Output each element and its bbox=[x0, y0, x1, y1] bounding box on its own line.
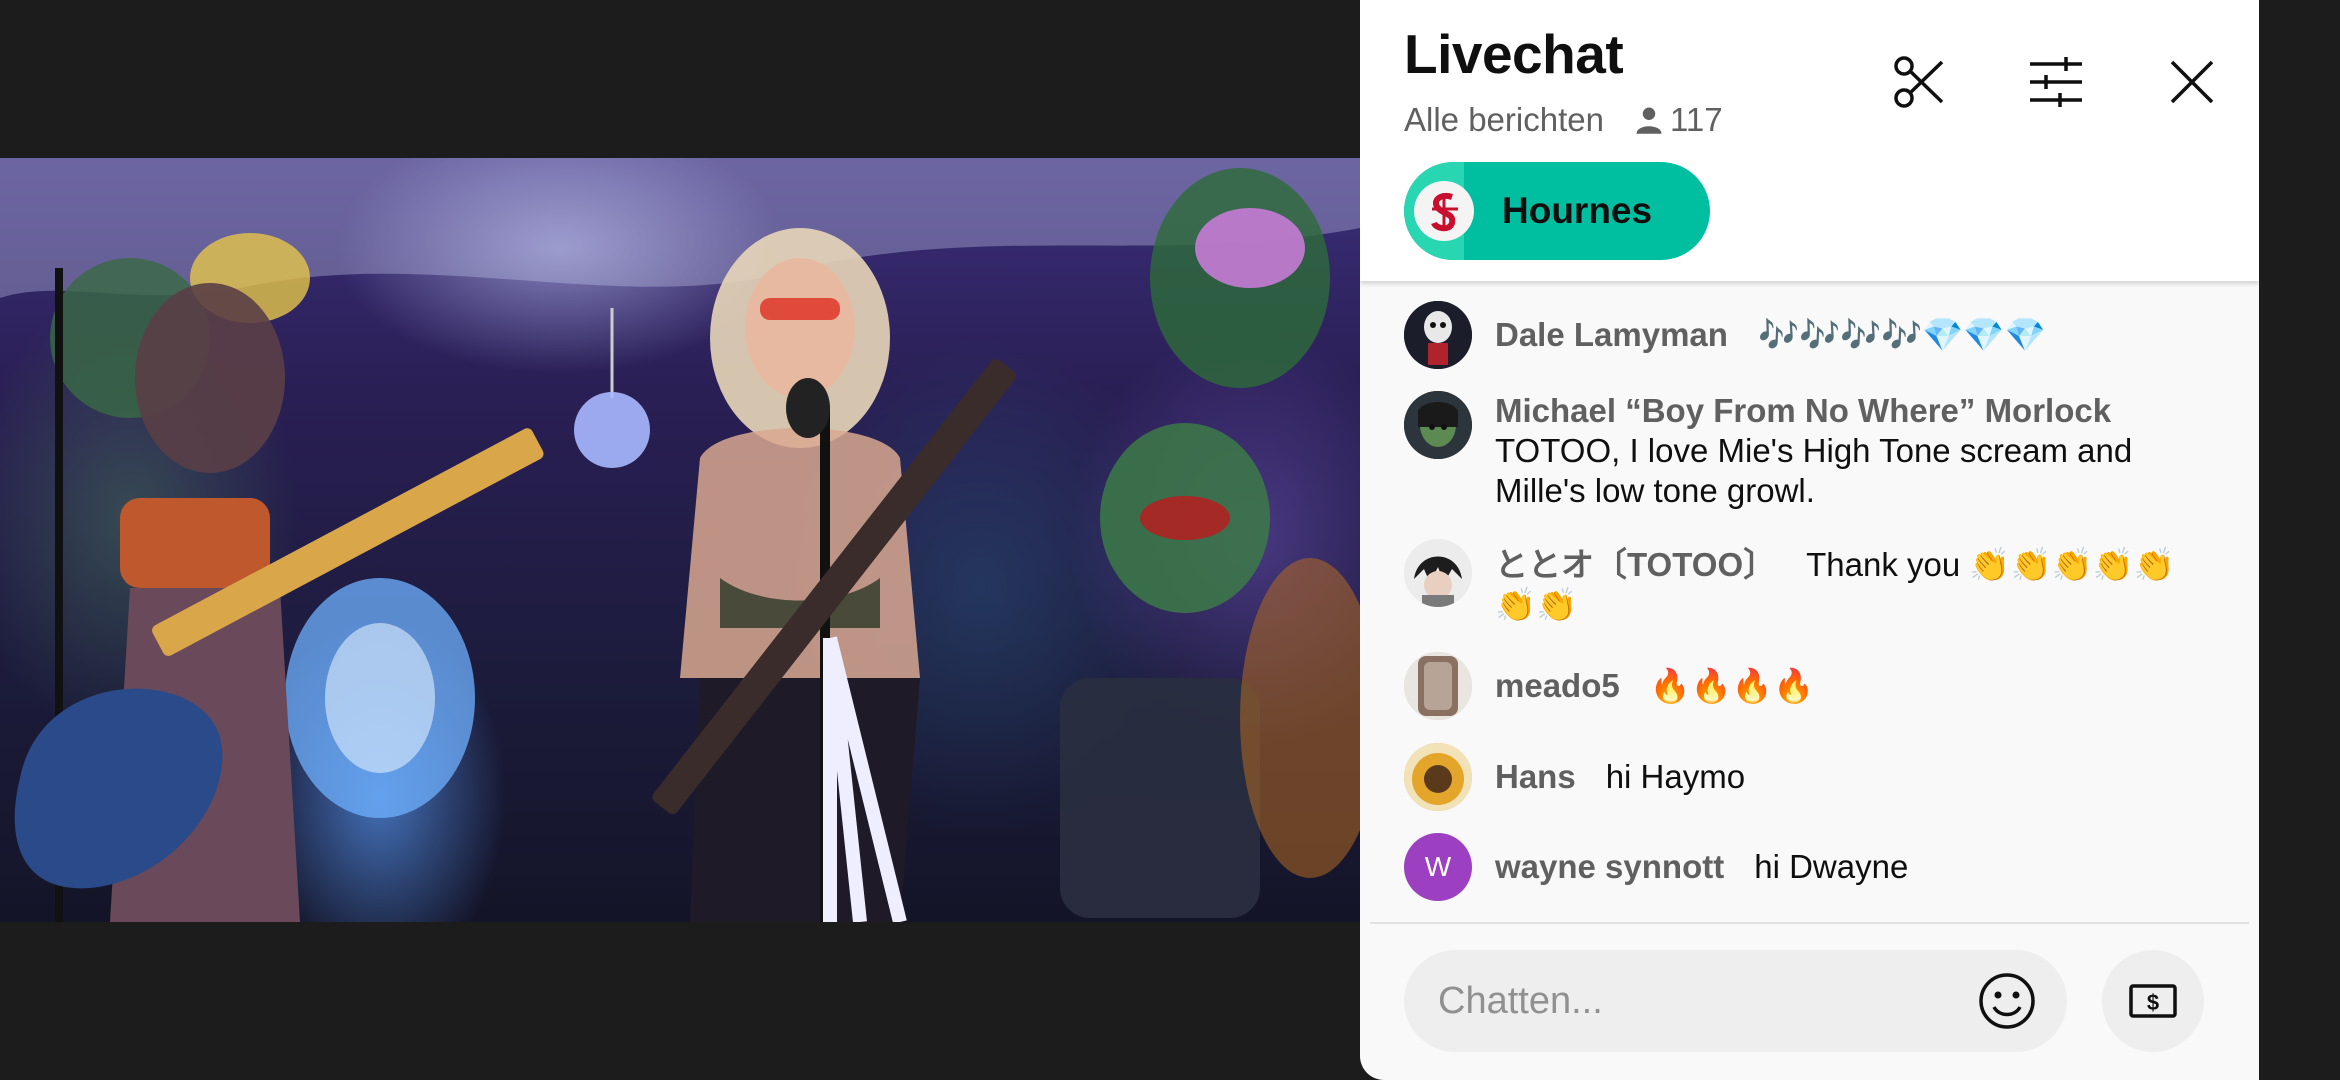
message-body: Dale Lamyman 🎶🎶🎶🎶💎💎💎 bbox=[1495, 315, 2046, 355]
video-player-area[interactable] bbox=[0, 0, 1360, 1080]
input-divider bbox=[1370, 922, 2249, 924]
pinned-user-name: Hournes bbox=[1502, 190, 1653, 231]
chat-message: ととオ〔TOTOO〕 Thank you 👏👏👏👏👏👏👏 bbox=[1404, 539, 2224, 625]
person-icon bbox=[1636, 107, 1662, 134]
right-system-edge bbox=[2259, 0, 2340, 1080]
team-logo-icon bbox=[1420, 187, 1468, 235]
chat-settings-button[interactable] bbox=[2024, 50, 2088, 114]
chat-message: Dale Lamyman 🎶🎶🎶🎶💎💎💎 bbox=[1404, 301, 2224, 369]
chat-message: W wayne synnott hi Dwayne bbox=[1404, 833, 2224, 901]
chat-message: Hans hi Haymo bbox=[1404, 743, 2224, 811]
svg-text:$: $ bbox=[2147, 990, 2159, 1015]
message-text: TOTOO, I love Mie's High Tone scream and… bbox=[1495, 432, 2133, 509]
message-author[interactable]: ととオ〔TOTOO〕 bbox=[1495, 546, 1776, 583]
chat-subtitle: Alle berichten 117 bbox=[1404, 101, 1723, 139]
chat-message-input[interactable] bbox=[1438, 979, 1958, 1023]
clip-button[interactable] bbox=[1888, 50, 1952, 114]
emoji-button[interactable] bbox=[1977, 971, 2037, 1031]
avatar-image bbox=[1404, 743, 1472, 811]
message-author[interactable]: Hans bbox=[1495, 758, 1576, 795]
super-chat-button[interactable]: $ bbox=[2102, 950, 2204, 1052]
chat-message: Michael “Boy From No Where” Morlock TOTO… bbox=[1404, 391, 2224, 511]
message-body: meado5 🔥🔥🔥🔥 bbox=[1495, 666, 1814, 706]
chat-filter-label[interactable]: Alle berichten bbox=[1404, 101, 1604, 139]
chat-message: meado5 🔥🔥🔥🔥 bbox=[1404, 652, 2224, 720]
message-body: Michael “Boy From No Where” Morlock TOTO… bbox=[1495, 391, 2185, 511]
message-author[interactable]: meado5 bbox=[1495, 667, 1620, 704]
live-chat-panel: Livechat Alle berichten 117 Hournes Dale… bbox=[1360, 0, 2259, 1080]
pinned-user-chip[interactable]: Hournes bbox=[1404, 162, 1710, 260]
message-body: ととオ〔TOTOO〕 Thank you 👏👏👏👏👏👏👏 bbox=[1495, 545, 2215, 625]
close-chat-button[interactable] bbox=[2160, 50, 2224, 114]
money-icon: $ bbox=[2129, 984, 2177, 1018]
chat-title: Livechat bbox=[1404, 23, 1624, 85]
chip-avatar bbox=[1414, 181, 1474, 241]
letter-avatar[interactable]: W bbox=[1404, 833, 1472, 901]
message-text: hi Dwayne bbox=[1754, 848, 1909, 885]
viewer-count-value: 117 bbox=[1669, 101, 1723, 138]
message-text: 🎶🎶🎶🎶💎💎💎 bbox=[1757, 316, 2046, 353]
chat-header: Livechat Alle berichten 117 Hournes bbox=[1360, 0, 2259, 281]
message-text: hi Haymo bbox=[1605, 758, 1746, 795]
close-icon bbox=[2170, 60, 2214, 104]
scissors-icon bbox=[1894, 56, 1944, 108]
message-author[interactable]: wayne synnott bbox=[1495, 848, 1724, 885]
smiley-icon bbox=[1979, 973, 2035, 1029]
message-body: wayne synnott hi Dwayne bbox=[1495, 847, 1908, 887]
message-author[interactable]: Michael “Boy From No Where” Morlock bbox=[1495, 391, 2155, 431]
skull-portrait-avatar[interactable] bbox=[1404, 301, 1472, 369]
chat-input-box[interactable] bbox=[1404, 950, 2067, 1052]
chat-message-list[interactable]: Dale Lamyman 🎶🎶🎶🎶💎💎💎 Michael “Boy From No… bbox=[1360, 281, 2259, 921]
avatar-image bbox=[1404, 652, 1472, 720]
green-face-avatar[interactable] bbox=[1404, 391, 1472, 459]
video-frame[interactable] bbox=[0, 158, 1360, 922]
sliders-icon bbox=[2030, 57, 2082, 107]
avatar-image bbox=[1404, 301, 1472, 369]
viewer-count: 117 bbox=[1634, 101, 1723, 139]
message-body: Hans hi Haymo bbox=[1495, 757, 1745, 797]
video-scene-illustration bbox=[0, 158, 1360, 922]
avatar-letter: W bbox=[1424, 851, 1452, 882]
photo-avatar[interactable] bbox=[1404, 652, 1472, 720]
avatar-image bbox=[1404, 391, 1472, 459]
avatar-image bbox=[1404, 539, 1472, 607]
message-author[interactable]: Dale Lamyman bbox=[1495, 316, 1728, 353]
anime-avatar[interactable] bbox=[1404, 539, 1472, 607]
sunflower-avatar[interactable] bbox=[1404, 743, 1472, 811]
message-text: 🔥🔥🔥🔥 bbox=[1649, 667, 1815, 704]
